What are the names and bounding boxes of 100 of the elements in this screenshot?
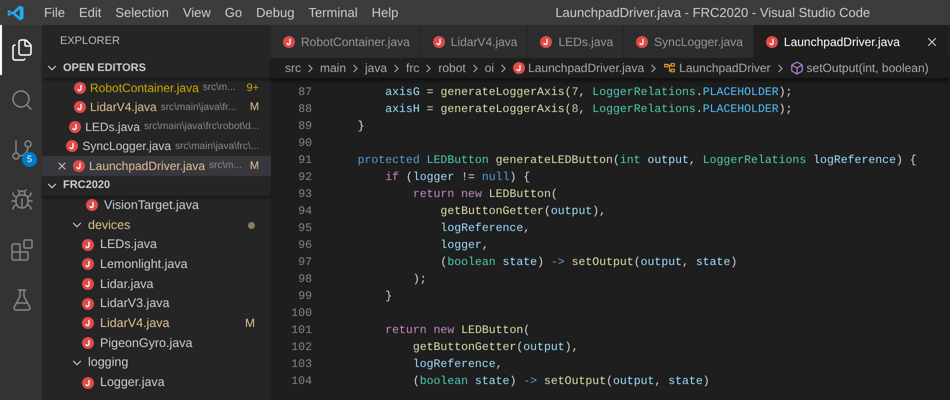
branch-icon bbox=[10, 138, 34, 162]
line-number: 91 bbox=[297, 153, 312, 169]
menu-item[interactable]: Go bbox=[218, 2, 250, 22]
editor-tab[interactable]: RobotContainer.java bbox=[271, 25, 421, 58]
file-name[interactable]: Lidar.java bbox=[100, 274, 154, 294]
code-line: (boolean state) -> setOutput(output, state) bbox=[412, 374, 710, 390]
breadcrumb-item[interactable]: main bbox=[320, 59, 346, 77]
blocks-icon bbox=[10, 238, 34, 262]
file-path: src\main\java\frc\robot\d... bbox=[144, 120, 259, 134]
file-name: LaunchpadDriver.java bbox=[88, 158, 206, 175]
line-number: 87 bbox=[297, 85, 312, 101]
count-badge: 5 bbox=[22, 152, 37, 167]
code-line: axisH = generateLoggerAxis(8, LoggerRelations.PLACEHOLDER); bbox=[384, 102, 792, 118]
file-name[interactable]: LEDs.java bbox=[100, 235, 157, 254]
code-line: protected LEDButton generateLEDButton(int output, LoggerRelations logReference) { bbox=[356, 153, 917, 169]
line-number: 92 bbox=[297, 170, 312, 186]
file-name: SyncLogger.java bbox=[82, 138, 172, 156]
breadcrumb-item[interactable]: src bbox=[285, 59, 301, 77]
file-type-icon bbox=[72, 160, 85, 172]
menu-item[interactable]: Debug bbox=[249, 2, 302, 22]
open-editor-item[interactable]: RobotContainer.java src\m... 9+ bbox=[42, 78, 271, 98]
activity-button[interactable]: 5 bbox=[0, 125, 42, 175]
line-number: 101 bbox=[290, 323, 312, 339]
line-number: 93 bbox=[297, 187, 312, 203]
folder-item[interactable]: devices bbox=[42, 215, 271, 235]
file-type-icon bbox=[82, 298, 94, 310]
line-number: 94 bbox=[297, 204, 312, 220]
code-line: getButtonGetter(output), bbox=[412, 340, 578, 356]
line-number: 104 bbox=[290, 374, 312, 390]
breadcrumb-item[interactable]: frc bbox=[406, 59, 420, 77]
menu-item[interactable]: Selection bbox=[108, 2, 176, 22]
line-number: 89 bbox=[297, 119, 312, 135]
code-line: logReference, bbox=[439, 221, 530, 237]
code-line: logReference, bbox=[412, 357, 503, 373]
breadcrumb-item[interactable]: java bbox=[365, 59, 388, 77]
breadcrumb-item[interactable]: oi bbox=[484, 59, 494, 77]
file-name[interactable]: LidarV4.java bbox=[100, 314, 170, 333]
section-header[interactable]: OPEN EDITORS bbox=[42, 58, 271, 78]
cube-icon bbox=[790, 61, 804, 75]
file-status: M bbox=[248, 158, 259, 174]
breadcrumb-item[interactable]: setOutput(int, boolean) bbox=[806, 59, 929, 77]
line-number: 95 bbox=[297, 221, 312, 237]
open-editor-item[interactable]: LidarV4.java src\main\java\fr... M bbox=[42, 98, 271, 117]
close-icon[interactable] bbox=[56, 160, 68, 172]
folder-name: logging bbox=[88, 354, 128, 372]
file-type-icon bbox=[283, 36, 295, 48]
file-type-icon bbox=[82, 376, 94, 389]
file-name: LEDs.java bbox=[85, 118, 140, 136]
file-type-icon bbox=[74, 101, 86, 114]
line-number: 103 bbox=[290, 357, 312, 373]
breadcrumb-item[interactable]: robot bbox=[438, 59, 466, 77]
editor-tab[interactable]: SyncLogger.java bbox=[624, 25, 754, 58]
file-path: src\main\java\fr... bbox=[160, 100, 236, 115]
open-editor-item[interactable]: LEDs.java src\main\java\frc\robot\d... bbox=[42, 117, 271, 136]
code-line: return new LEDButton( bbox=[412, 187, 558, 203]
editor-tab[interactable]: LidarV4.java bbox=[420, 25, 528, 58]
breadcrumb-item[interactable]: LaunchpadDriver.java bbox=[528, 59, 644, 77]
code-line: axisG = generateLoggerAxis(7, LoggerRelations.PLACEHOLDER); bbox=[384, 85, 792, 101]
file-type-icon bbox=[82, 278, 94, 290]
file-name[interactable]: VisionTarget.java bbox=[104, 196, 199, 215]
code-line: } bbox=[384, 289, 392, 305]
line-number: 99 bbox=[297, 289, 312, 305]
editor-logo bbox=[7, 4, 25, 22]
folder-item[interactable]: logging bbox=[42, 353, 271, 373]
menu-item[interactable]: View bbox=[176, 2, 218, 22]
file-type-icon bbox=[82, 337, 94, 350]
file-type-icon bbox=[540, 36, 552, 48]
code-line: return new LEDButton( bbox=[384, 323, 530, 339]
section-header[interactable]: FRC2020 bbox=[42, 176, 271, 196]
editor-tab[interactable]: LEDs.java bbox=[528, 25, 624, 58]
sidebar-title: EXPLORER bbox=[60, 34, 120, 50]
menu-item[interactable]: Help bbox=[364, 2, 406, 22]
code-line: (boolean state) -> setOutput(output, state) bbox=[439, 255, 738, 271]
file-type-icon bbox=[432, 36, 445, 48]
file-name[interactable]: Lemonlight.java bbox=[100, 255, 188, 274]
file-path: src\m... bbox=[209, 159, 242, 174]
file-name[interactable]: LidarV3.java bbox=[100, 294, 170, 314]
line-number: 100 bbox=[290, 306, 312, 322]
file-name[interactable]: PigeonGyro.java bbox=[100, 334, 192, 353]
line-number: 102 bbox=[290, 340, 312, 356]
code-line: ); bbox=[412, 272, 427, 288]
menu-item[interactable]: Edit bbox=[72, 2, 108, 22]
open-editor-item[interactable]: LaunchpadDriver.java src\m... M bbox=[42, 156, 271, 176]
file-type-icon bbox=[82, 317, 94, 330]
file-type-icon bbox=[66, 140, 78, 152]
folder-name: devices bbox=[88, 216, 130, 234]
code-line: if (logger != null) { bbox=[384, 170, 530, 186]
menu-item[interactable]: File bbox=[37, 2, 72, 22]
editor-tab[interactable]: LaunchpadDriver.java bbox=[754, 25, 950, 58]
open-editor-item[interactable]: SyncLogger.java src\main\java\frc\... bbox=[42, 136, 271, 156]
line-number: 97 bbox=[297, 255, 312, 271]
file-type-icon bbox=[766, 36, 778, 48]
menu-item[interactable]: Terminal bbox=[301, 2, 365, 22]
file-path: src\main\java\frc\... bbox=[175, 140, 259, 154]
files-icon bbox=[10, 38, 34, 62]
file-name[interactable]: Logger.java bbox=[100, 373, 165, 392]
breadcrumb-item[interactable]: LaunchpadDriver bbox=[679, 59, 771, 77]
file-type-icon bbox=[86, 199, 98, 212]
line-number: 98 bbox=[297, 272, 312, 288]
file-name: LidarV4.java bbox=[90, 99, 157, 116]
